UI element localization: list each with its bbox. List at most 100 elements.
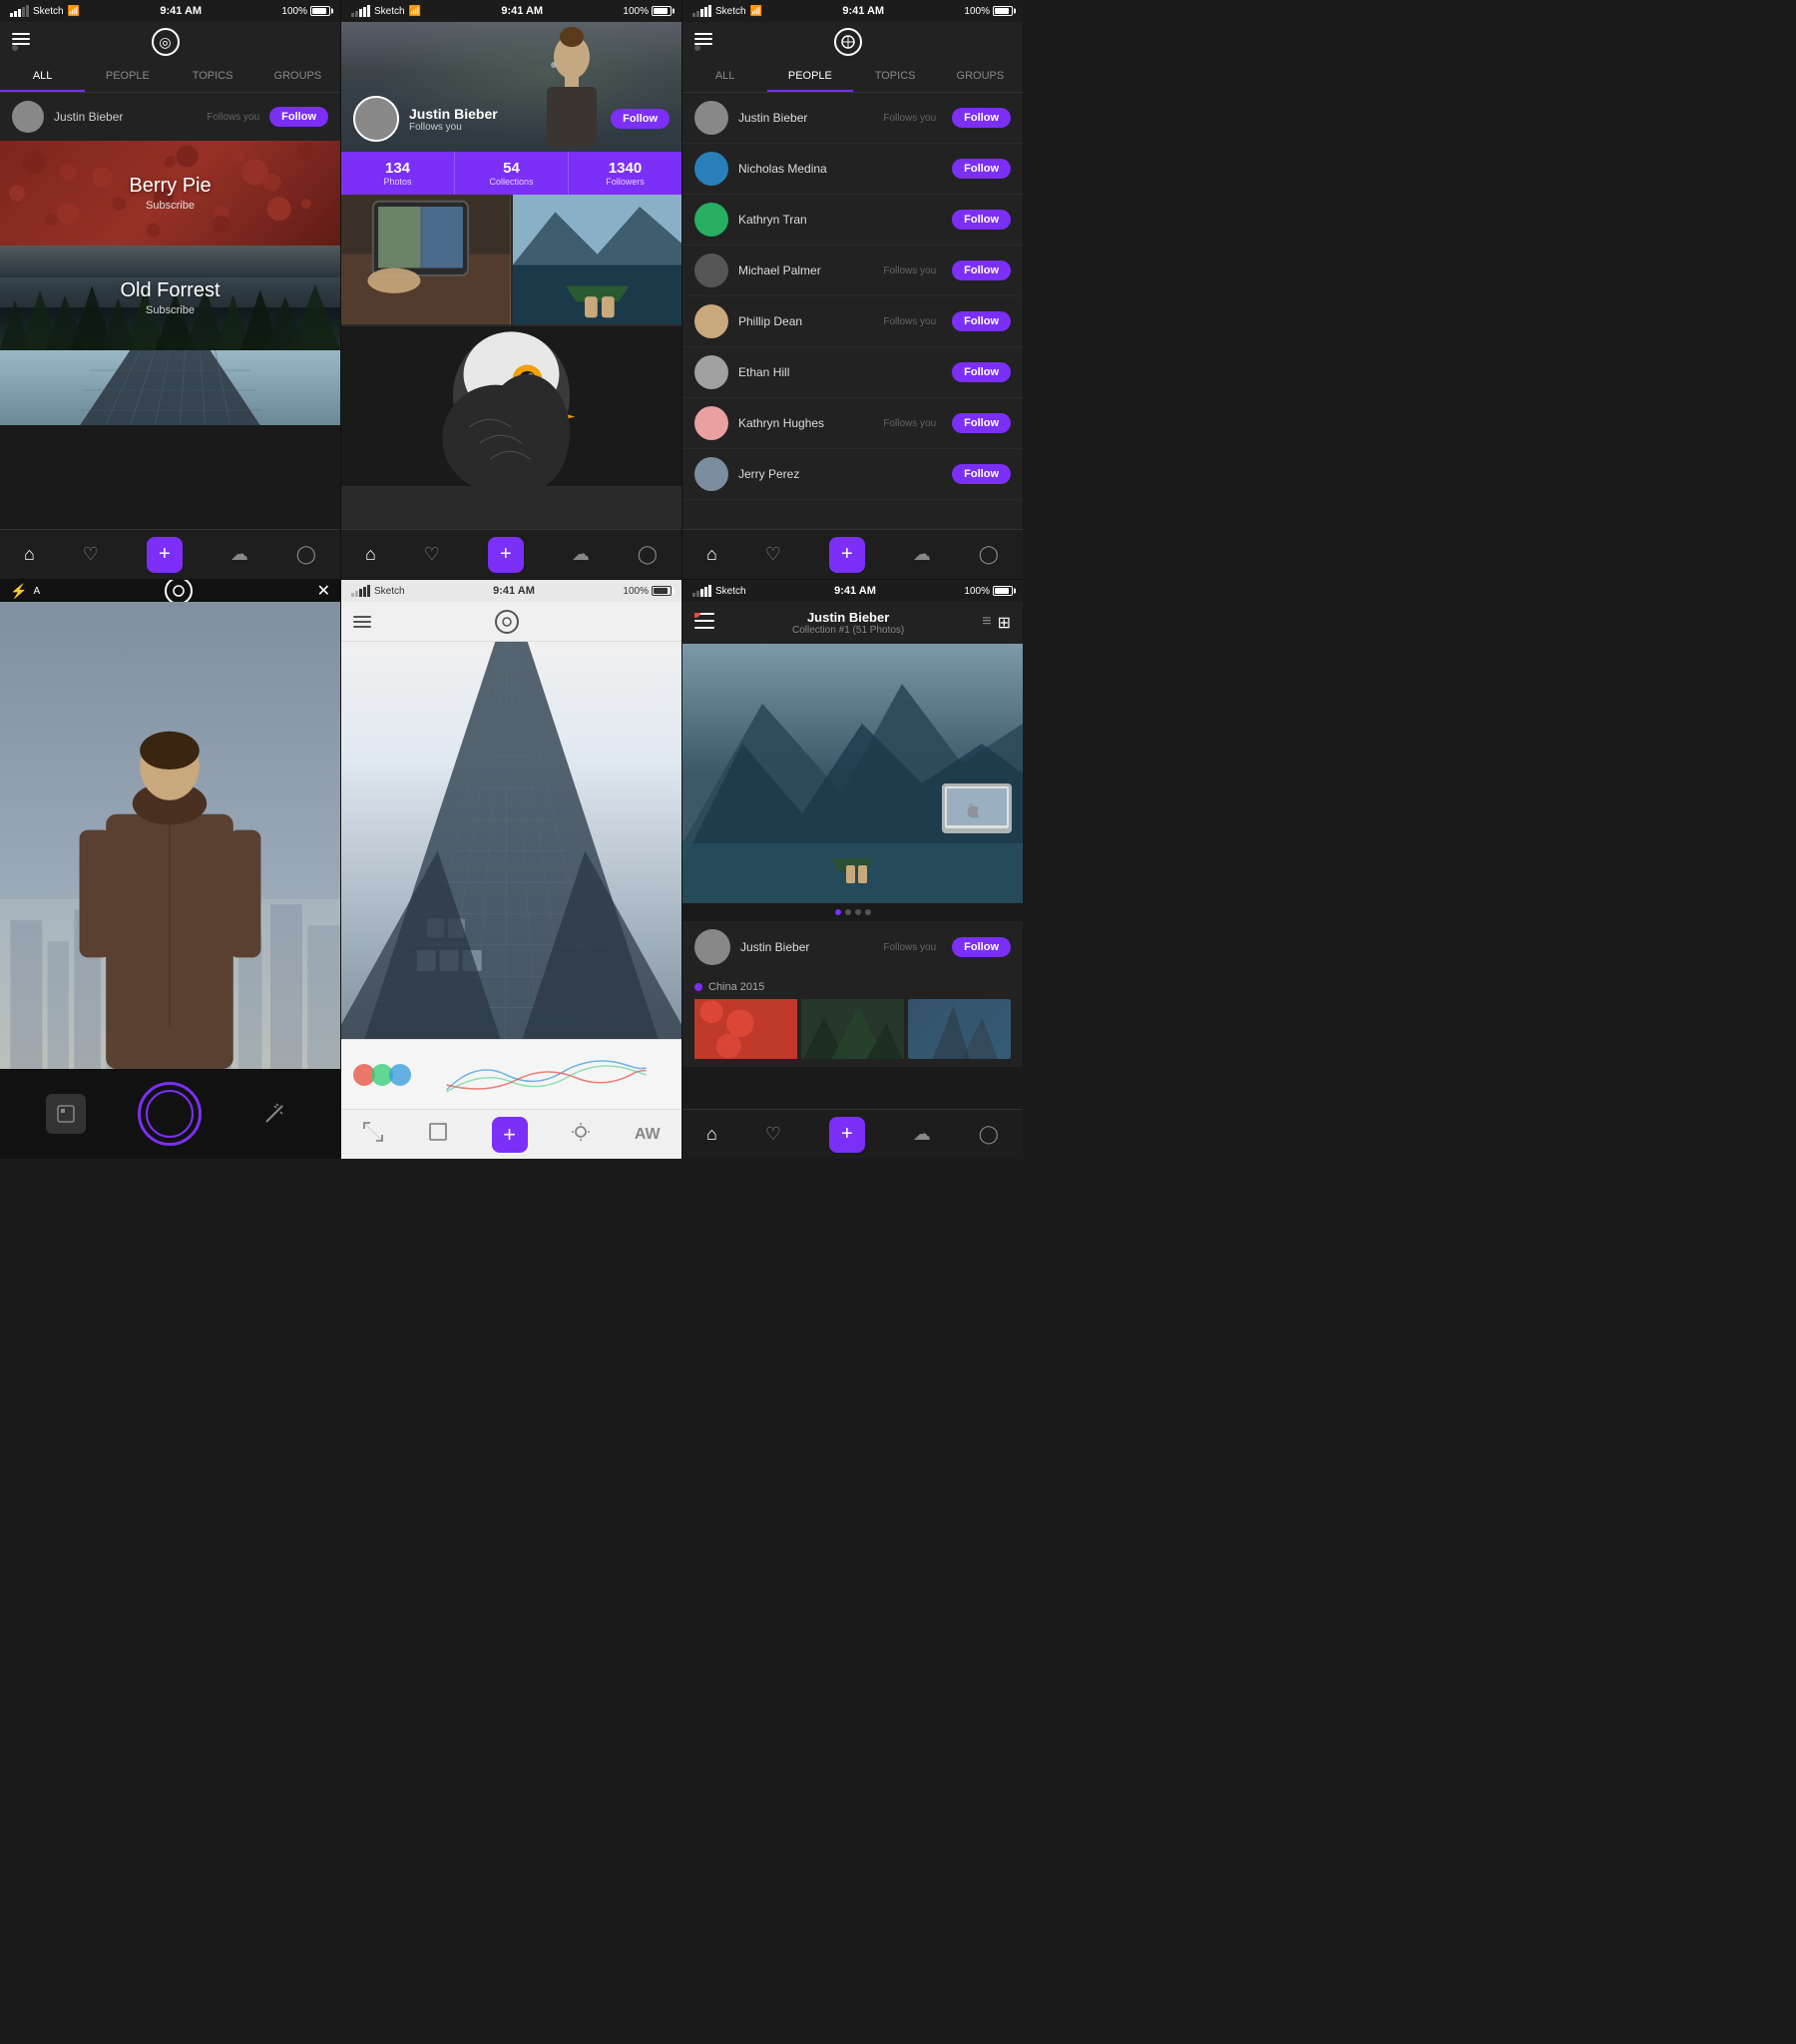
nav-plus-6[interactable]: + xyxy=(829,1117,865,1153)
text-tool[interactable]: AW xyxy=(635,1126,661,1144)
signal-3 xyxy=(692,5,711,17)
photo-eagle[interactable] xyxy=(341,326,681,486)
phone-people: Sketch 📶 9:41 AM 100% ALL xyxy=(682,0,1023,579)
nav-profile-1[interactable]: ◯ xyxy=(296,544,316,565)
collection-content[interactable]: Justin Bieber Follows you Follow China 2… xyxy=(682,644,1023,1109)
person-row-5: Ethan Hill Follow xyxy=(682,347,1023,398)
bottom-nav-1: ⌂ ♡ + ☁ ◯ xyxy=(0,529,340,579)
photo-boat[interactable] xyxy=(513,195,682,324)
nav-profile-2[interactable]: ◯ xyxy=(638,544,658,565)
status-bar-6: Sketch 9:41 AM 100% xyxy=(682,580,1023,602)
nav-profile-3[interactable]: ◯ xyxy=(979,544,999,565)
follow-btn-0[interactable]: Follow xyxy=(952,108,1011,128)
photo-top-bar xyxy=(341,602,681,642)
grid-view-btn[interactable]: ⊞ xyxy=(998,613,1011,633)
brightness-tool[interactable] xyxy=(570,1121,592,1149)
follow-btn-2[interactable]: Follow xyxy=(952,210,1011,230)
building-svg-1 xyxy=(0,350,340,425)
timeline-photo-green[interactable] xyxy=(801,999,904,1059)
person-row-6: Kathryn Hughes Follows you Follow xyxy=(682,398,1023,449)
time-6: 9:41 AM xyxy=(834,585,876,597)
nav-home-3[interactable]: ⌂ xyxy=(706,544,717,565)
berry-card[interactable]: Berry Pie Subscribe xyxy=(0,141,340,246)
follows-you-1: Follows you xyxy=(207,112,259,123)
battery-pct-2: 100% xyxy=(623,6,649,17)
tab-people-3[interactable]: PEOPLE xyxy=(767,62,852,92)
tab-people-1[interactable]: PEOPLE xyxy=(85,62,170,92)
photo-laptop[interactable] xyxy=(341,195,511,324)
coll-follow-btn[interactable]: Follow xyxy=(952,937,1011,957)
coll-username: Justin Bieber xyxy=(740,940,873,954)
magic-wand-button[interactable] xyxy=(254,1094,294,1134)
nav-heart-1[interactable]: ♡ xyxy=(83,544,99,565)
follow-btn-profile[interactable]: Follow xyxy=(611,109,670,129)
nav-cloud-1[interactable]: ☁ xyxy=(230,544,248,565)
shutter-button[interactable] xyxy=(138,1082,202,1146)
battery-2 xyxy=(652,6,672,16)
tab-topics-1[interactable]: TOPICS xyxy=(171,62,255,92)
nav-heart-3[interactable]: ♡ xyxy=(765,544,781,565)
time-5: 9:41 AM xyxy=(493,585,535,597)
list-view-btn[interactable]: ≡ xyxy=(982,613,991,633)
nav-plus-1[interactable]: + xyxy=(147,537,183,573)
nav-plus-3[interactable]: + xyxy=(829,537,865,573)
follow-btn-6[interactable]: Follow xyxy=(952,413,1011,433)
nav-heart-2[interactable]: ♡ xyxy=(424,544,440,565)
nav-cloud-6[interactable]: ☁ xyxy=(913,1124,931,1145)
phone-profile: Sketch 📶 9:41 AM 100% xyxy=(341,0,681,579)
forest-overlay: Old Forrest Subscribe xyxy=(0,246,340,350)
gallery-button[interactable] xyxy=(46,1094,86,1134)
people-list[interactable]: Justin Bieber Follows you Follow Nichola… xyxy=(682,93,1023,529)
carrier-6: Sketch xyxy=(715,586,746,597)
menu-btn-3[interactable] xyxy=(694,33,712,51)
timeline-photo-blue[interactable] xyxy=(908,999,1011,1059)
tabs-1: ALL PEOPLE TOPICS GROUPS xyxy=(0,62,340,93)
tab-all-3[interactable]: ALL xyxy=(682,62,767,92)
nav-home-1[interactable]: ⌂ xyxy=(24,544,35,565)
forest-card[interactable]: Old Forrest Subscribe xyxy=(0,246,340,350)
follow-button-justin-1[interactable]: Follow xyxy=(269,107,328,127)
status-bar-2: Sketch 📶 9:41 AM 100% xyxy=(341,0,681,22)
menu-button-1[interactable] xyxy=(12,33,30,51)
collection-photo-swipe[interactable] xyxy=(682,644,1023,903)
timeline-dot xyxy=(694,983,702,991)
time-2: 9:41 AM xyxy=(501,5,543,17)
view-controls: ≡ ⊞ xyxy=(982,613,1011,633)
time-1: 9:41 AM xyxy=(160,5,202,17)
collection-hamburger[interactable] xyxy=(694,613,714,634)
timeline-photo-red[interactable] xyxy=(694,999,797,1059)
nav-heart-6[interactable]: ♡ xyxy=(765,1124,781,1145)
top-bar-1 xyxy=(0,22,340,62)
nav-home-6[interactable]: ⌂ xyxy=(706,1124,717,1145)
person-row-0: Justin Bieber Follows you Follow xyxy=(682,93,1023,144)
nav-profile-6[interactable]: ◯ xyxy=(979,1124,999,1145)
follow-btn-5[interactable]: Follow xyxy=(952,362,1011,382)
nav-cloud-2[interactable]: ☁ xyxy=(572,544,590,565)
close-btn-camera[interactable]: ✕ xyxy=(317,581,330,601)
collection-subtitle: Collection #1 (51 Photos) xyxy=(714,625,982,636)
menu-btn-5[interactable] xyxy=(353,616,371,628)
color-mode-circles[interactable] xyxy=(353,1064,411,1086)
nav-plus-2[interactable]: + xyxy=(488,537,524,573)
discover-scroll[interactable]: Justin Bieber Follows you Follow Berry P… xyxy=(0,93,340,529)
tab-topics-3[interactable]: TOPICS xyxy=(853,62,938,92)
follow-btn-4[interactable]: Follow xyxy=(952,311,1011,331)
add-tool-photo[interactable]: + xyxy=(492,1117,528,1153)
follow-btn-3[interactable]: Follow xyxy=(952,260,1011,280)
nav-cloud-3[interactable]: ☁ xyxy=(913,544,931,565)
timeline-photos[interactable] xyxy=(694,999,1011,1059)
follow-btn-1[interactable]: Follow xyxy=(952,159,1011,179)
nav-home-2[interactable]: ⌂ xyxy=(365,544,376,565)
follows-tag-4: Follows you xyxy=(883,316,936,327)
resize-tool[interactable] xyxy=(427,1121,449,1149)
building-card-1[interactable] xyxy=(0,350,340,425)
crop-tool[interactable] xyxy=(362,1121,384,1149)
follow-btn-7[interactable]: Follow xyxy=(952,464,1011,484)
building-photo-full[interactable] xyxy=(341,642,681,1039)
tab-all-1[interactable]: ALL xyxy=(0,62,85,92)
tab-groups-1[interactable]: GROUPS xyxy=(255,62,340,92)
follows-tag-3: Follows you xyxy=(883,265,936,276)
phone-camera: ⚡ A ✕ xyxy=(0,580,340,1159)
tab-groups-3[interactable]: GROUPS xyxy=(938,62,1023,92)
signal-2 xyxy=(351,5,370,17)
